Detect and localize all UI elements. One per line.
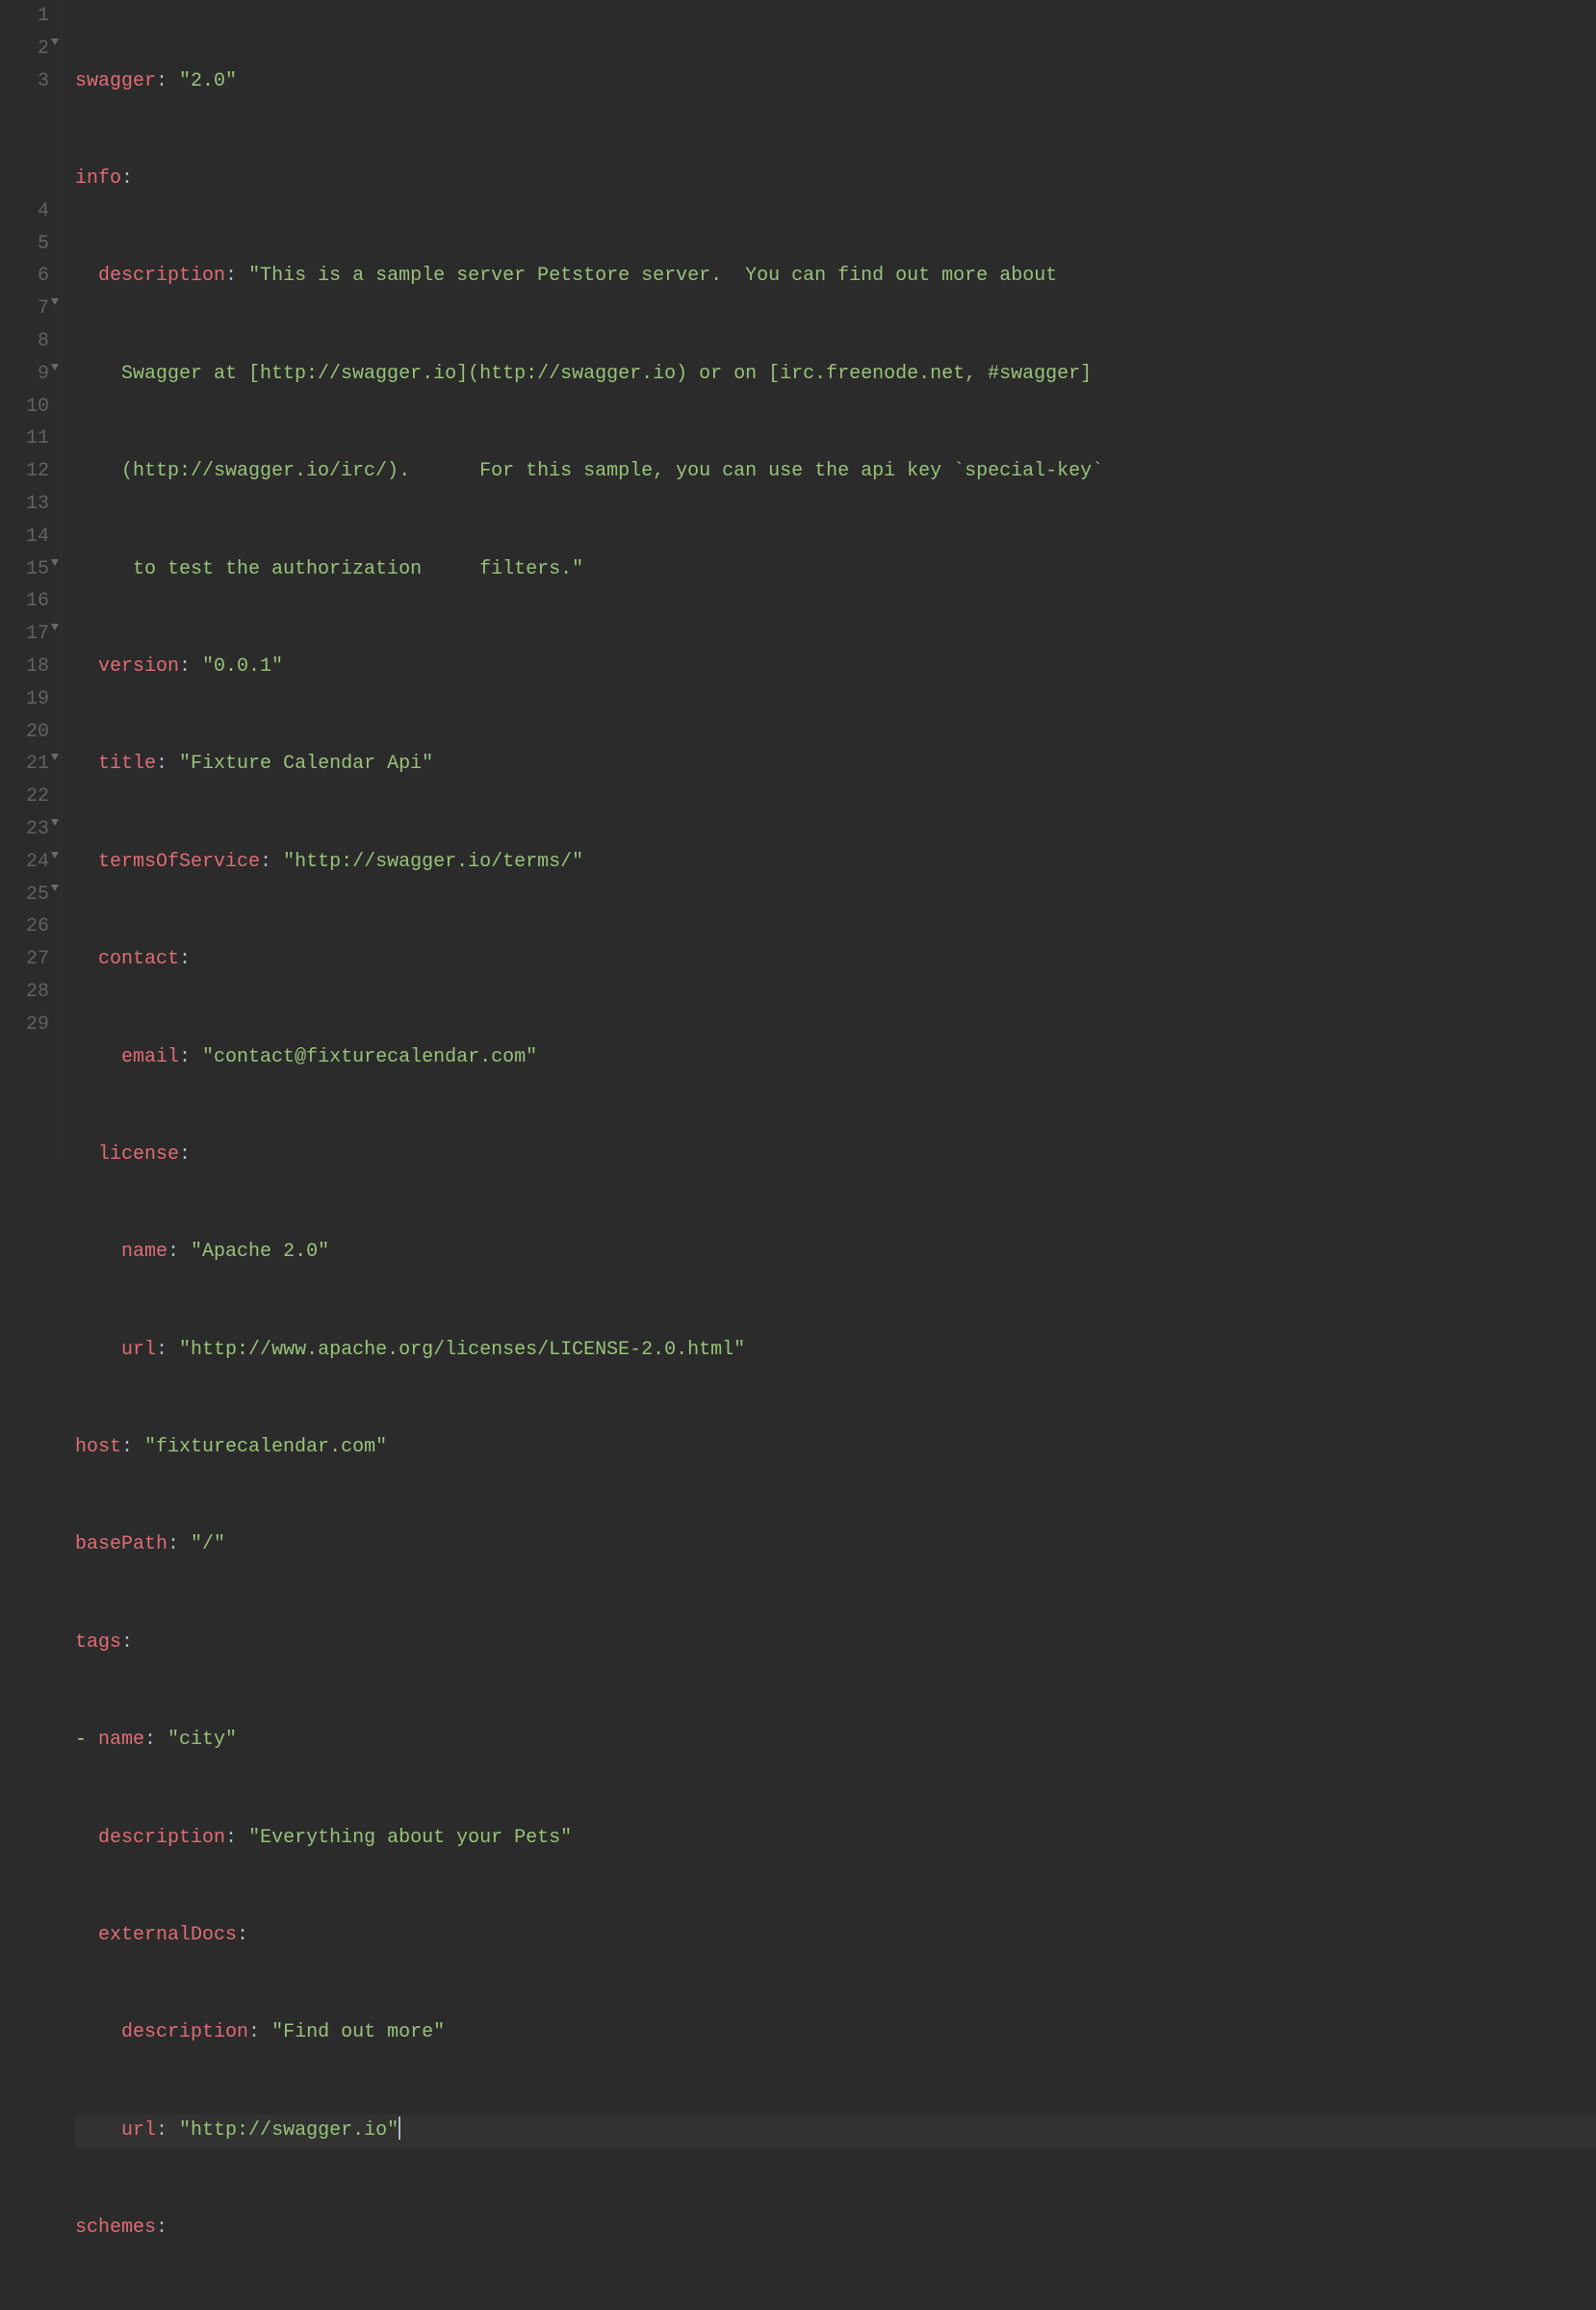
code-line[interactable]: contact: (75, 943, 1596, 976)
line-number: 9 (8, 358, 49, 391)
line-number: 7 (8, 293, 49, 325)
code-line[interactable]: url: "http://www.apache.org/licenses/LIC… (75, 1334, 1596, 1367)
code-line[interactable]: to test the authorization filters." (75, 553, 1596, 586)
code-line[interactable]: schemes: (75, 2212, 1596, 2245)
line-number: 3 (8, 65, 49, 98)
code-line[interactable]: email: "contact@fixturecalendar.com" (75, 1041, 1596, 1074)
line-number: 18 (8, 651, 49, 683)
line-number: 8 (8, 325, 49, 358)
code-line[interactable]: name: "Apache 2.0" (75, 1236, 1596, 1269)
code-editor[interactable]: 1 2 3 4 5 6 7 8 9 10 11 12 13 14 15 16 1… (0, 0, 1596, 1155)
line-number: 5 (8, 228, 49, 261)
code-line[interactable]: externalDocs: (75, 1919, 1596, 1952)
line-number: 24 (8, 846, 49, 879)
line-number: 28 (8, 976, 49, 1009)
fold-marker-icon[interactable] (51, 852, 59, 859)
code-line[interactable]: title: "Fixture Calendar Api" (75, 748, 1596, 781)
line-number: 29 (8, 1009, 49, 1041)
fold-marker-icon[interactable] (51, 754, 59, 760)
code-line[interactable]: info: (75, 163, 1596, 195)
line-number: 21 (8, 748, 49, 781)
line-number-blank (8, 163, 49, 195)
line-number: 26 (8, 911, 49, 943)
line-number: 27 (8, 943, 49, 976)
fold-marker-icon[interactable] (51, 364, 59, 371)
line-number: 16 (8, 585, 49, 618)
fold-marker-icon[interactable] (51, 38, 59, 45)
code-line[interactable]: tags: (75, 1627, 1596, 1659)
line-number-blank (8, 97, 49, 130)
code-line[interactable]: (http://swagger.io/irc/). For this sampl… (75, 455, 1596, 488)
code-line[interactable]: description: "Everything about your Pets… (75, 1822, 1596, 1855)
line-number: 4 (8, 195, 49, 228)
code-line[interactable]: host: "fixturecalendar.com" (75, 1431, 1596, 1464)
code-line[interactable]: - name: "city" (75, 1724, 1596, 1757)
line-number-active: 19 (8, 683, 49, 716)
line-number-gutter: 1 2 3 4 5 6 7 8 9 10 11 12 13 14 15 16 1… (0, 0, 62, 1155)
code-line[interactable]: description: "Find out more" (75, 2016, 1596, 2049)
code-line[interactable]: basePath: "/" (75, 1528, 1596, 1561)
fold-marker-icon[interactable] (51, 298, 59, 305)
line-number: 11 (8, 423, 49, 455)
fold-marker-icon[interactable] (51, 624, 59, 630)
fold-marker-icon[interactable] (51, 819, 59, 826)
line-number: 15 (8, 553, 49, 586)
code-line[interactable]: version: "0.0.1" (75, 651, 1596, 683)
line-number: 25 (8, 879, 49, 911)
line-number: 10 (8, 391, 49, 424)
line-number-blank (8, 130, 49, 163)
line-number: 20 (8, 716, 49, 749)
line-number: 2 (8, 33, 49, 65)
line-number: 6 (8, 260, 49, 293)
line-number: 22 (8, 781, 49, 813)
code-line[interactable]: description: "This is a sample server Pe… (75, 260, 1596, 293)
fold-marker-icon[interactable] (51, 885, 59, 891)
line-number: 14 (8, 521, 49, 553)
line-number: 23 (8, 813, 49, 846)
code-line[interactable]: Swagger at [http://swagger.io](http://sw… (75, 358, 1596, 391)
line-number: 1 (8, 0, 49, 33)
code-line-active[interactable]: url: "http://swagger.io" (75, 2115, 1596, 2147)
line-number: 13 (8, 488, 49, 521)
code-area[interactable]: swagger: "2.0" info: description: "This … (62, 0, 1596, 1155)
code-line[interactable]: swagger: "2.0" (75, 65, 1596, 98)
text-cursor-icon (399, 2117, 400, 2140)
code-line[interactable]: termsOfService: "http://swagger.io/terms… (75, 846, 1596, 879)
line-number: 12 (8, 455, 49, 488)
line-number: 17 (8, 618, 49, 651)
fold-marker-icon[interactable] (51, 559, 59, 566)
